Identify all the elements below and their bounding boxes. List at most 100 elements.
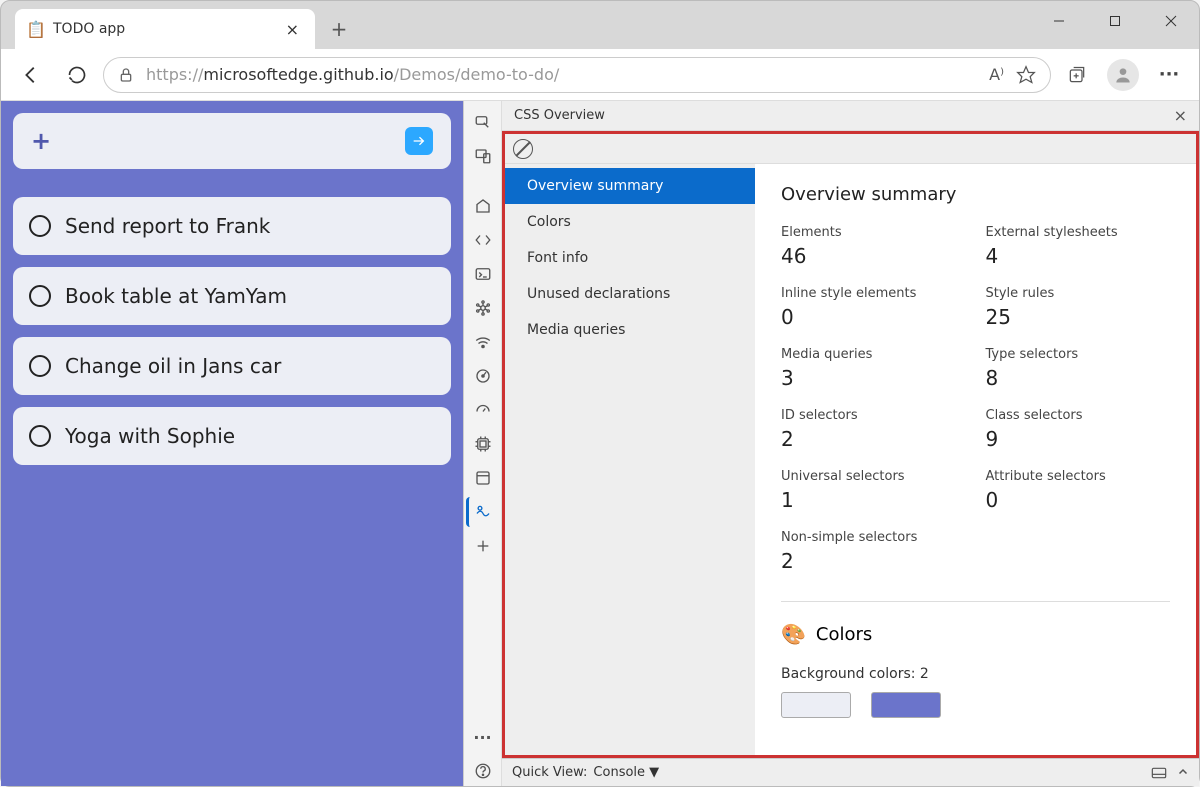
device-icon[interactable] bbox=[468, 141, 498, 171]
tab-title: TODO app bbox=[53, 21, 125, 37]
window-controls bbox=[1031, 1, 1199, 41]
app-panel-icon[interactable] bbox=[468, 463, 498, 493]
clear-overview-button[interactable] bbox=[513, 139, 533, 159]
stat-value: 46 bbox=[781, 244, 966, 268]
checkbox-icon[interactable] bbox=[29, 355, 51, 377]
stat-block: External stylesheets 4 bbox=[986, 225, 1171, 268]
refresh-button[interactable] bbox=[57, 55, 97, 95]
nav-colors[interactable]: Colors bbox=[505, 204, 755, 240]
read-aloud-icon[interactable]: A⁾ bbox=[989, 65, 1004, 84]
stat-label: Media queries bbox=[781, 347, 966, 362]
browser-tab[interactable]: 📋 TODO app × bbox=[15, 9, 315, 49]
console-icon[interactable] bbox=[468, 259, 498, 289]
stat-value: 9 bbox=[986, 427, 1171, 451]
stat-label: ID selectors bbox=[781, 408, 966, 423]
todo-new-item-input[interactable]: + bbox=[13, 113, 451, 169]
checkbox-icon[interactable] bbox=[29, 425, 51, 447]
network-icon[interactable] bbox=[468, 327, 498, 357]
todo-item[interactable]: Change oil in Jans car bbox=[13, 337, 451, 395]
menu-button[interactable]: ··· bbox=[1149, 55, 1189, 95]
color-swatch[interactable] bbox=[871, 692, 941, 718]
checkbox-icon[interactable] bbox=[29, 215, 51, 237]
stat-block: Elements 46 bbox=[781, 225, 966, 268]
stat-label: Non-simple selectors bbox=[781, 530, 966, 545]
url-text: https://microsoftedge.github.io/Demos/de… bbox=[146, 65, 977, 84]
collections-icon[interactable] bbox=[1057, 55, 1097, 95]
settings-dots-icon[interactable]: ··· bbox=[468, 722, 498, 752]
stat-label: External stylesheets bbox=[986, 225, 1171, 240]
bg-colors-label: Background colors: 2 bbox=[781, 666, 1170, 682]
stat-label: Inline style elements bbox=[781, 286, 966, 301]
close-window-button[interactable] bbox=[1143, 1, 1199, 41]
stat-block: Inline style elements 0 bbox=[781, 286, 966, 329]
quickview-label: Quick View: bbox=[512, 765, 587, 780]
minimize-button[interactable] bbox=[1031, 1, 1087, 41]
nav-overview-summary[interactable]: Overview summary bbox=[505, 168, 755, 204]
stat-label: Type selectors bbox=[986, 347, 1171, 362]
devtools-tool-tabs: ··· bbox=[464, 101, 502, 786]
address-bar: https://microsoftedge.github.io/Demos/de… bbox=[1, 49, 1199, 101]
stat-block: Media queries 3 bbox=[781, 347, 966, 390]
favorite-icon[interactable] bbox=[1016, 65, 1036, 85]
close-panel-button[interactable]: × bbox=[1174, 106, 1187, 125]
css-overview-icon[interactable] bbox=[466, 497, 496, 527]
todo-item-label: Change oil in Jans car bbox=[65, 354, 281, 378]
new-tab-button[interactable]: + bbox=[321, 11, 357, 47]
todo-item[interactable]: Send report to Frank bbox=[13, 197, 451, 255]
css-overview-toolbar bbox=[505, 134, 1196, 164]
palette-icon: 🎨 bbox=[781, 622, 806, 646]
todo-item[interactable]: Book table at YamYam bbox=[13, 267, 451, 325]
expand-icon[interactable] bbox=[1177, 766, 1189, 780]
inspect-icon[interactable] bbox=[468, 107, 498, 137]
memory-icon[interactable] bbox=[468, 395, 498, 425]
todo-item[interactable]: Yoga with Sophie bbox=[13, 407, 451, 465]
todo-item-label: Send report to Frank bbox=[65, 214, 270, 238]
nav-unused-declarations[interactable]: Unused declarations bbox=[505, 276, 755, 312]
plus-icon: + bbox=[31, 127, 51, 155]
more-tools-icon[interactable] bbox=[468, 531, 498, 561]
sources-icon[interactable] bbox=[468, 293, 498, 323]
css-overview-content: Overview summary Elements46External styl… bbox=[755, 164, 1196, 755]
nav-media-queries[interactable]: Media queries bbox=[505, 312, 755, 348]
color-swatch[interactable] bbox=[781, 692, 851, 718]
dock-side-icon[interactable] bbox=[1151, 766, 1167, 780]
divider bbox=[781, 601, 1170, 602]
elements-icon[interactable] bbox=[468, 225, 498, 255]
stat-value: 0 bbox=[986, 488, 1171, 512]
stat-value: 0 bbox=[781, 305, 966, 329]
submit-button[interactable] bbox=[405, 127, 433, 155]
stat-value: 1 bbox=[781, 488, 966, 512]
maximize-button[interactable] bbox=[1087, 1, 1143, 41]
close-tab-button[interactable]: × bbox=[282, 18, 303, 41]
devtools-dock: ··· CSS Overview × Overview summary Colo… bbox=[463, 101, 1199, 786]
stat-value: 8 bbox=[986, 366, 1171, 390]
avatar-icon bbox=[1107, 59, 1139, 91]
stat-label: Elements bbox=[781, 225, 966, 240]
stat-block: Attribute selectors0 bbox=[986, 469, 1171, 512]
url-input[interactable]: https://microsoftedge.github.io/Demos/de… bbox=[103, 57, 1051, 93]
checkbox-icon[interactable] bbox=[29, 285, 51, 307]
todo-app: + Send report to Frank Book table at Yam… bbox=[1, 101, 463, 786]
stat-value: 3 bbox=[781, 366, 966, 390]
back-button[interactable] bbox=[11, 55, 51, 95]
stat-value: 4 bbox=[986, 244, 1171, 268]
stat-value: 2 bbox=[781, 549, 966, 573]
performance-icon[interactable] bbox=[468, 361, 498, 391]
stat-block: Type selectors 8 bbox=[986, 347, 1171, 390]
quickview-select[interactable]: Console ▼ bbox=[593, 765, 659, 780]
stat-block: Universal selectors1 bbox=[781, 469, 966, 512]
nav-font-info[interactable]: Font info bbox=[505, 240, 755, 276]
help-icon[interactable] bbox=[468, 756, 498, 786]
lock-icon bbox=[118, 67, 134, 83]
stat-block: Class selectors9 bbox=[986, 408, 1171, 451]
profile-button[interactable] bbox=[1103, 55, 1143, 95]
clipboard-icon: 📋 bbox=[27, 20, 45, 38]
panel-title: CSS Overview bbox=[514, 108, 605, 123]
application-icon[interactable] bbox=[468, 429, 498, 459]
welcome-icon[interactable] bbox=[468, 191, 498, 221]
todo-item-label: Book table at YamYam bbox=[65, 284, 287, 308]
tab-bar: 📋 TODO app × + bbox=[1, 1, 1199, 49]
devtools-panel-title-bar: CSS Overview × bbox=[502, 101, 1199, 131]
todo-item-label: Yoga with Sophie bbox=[65, 424, 235, 448]
css-overview-nav: Overview summary Colors Font info Unused… bbox=[505, 134, 755, 755]
